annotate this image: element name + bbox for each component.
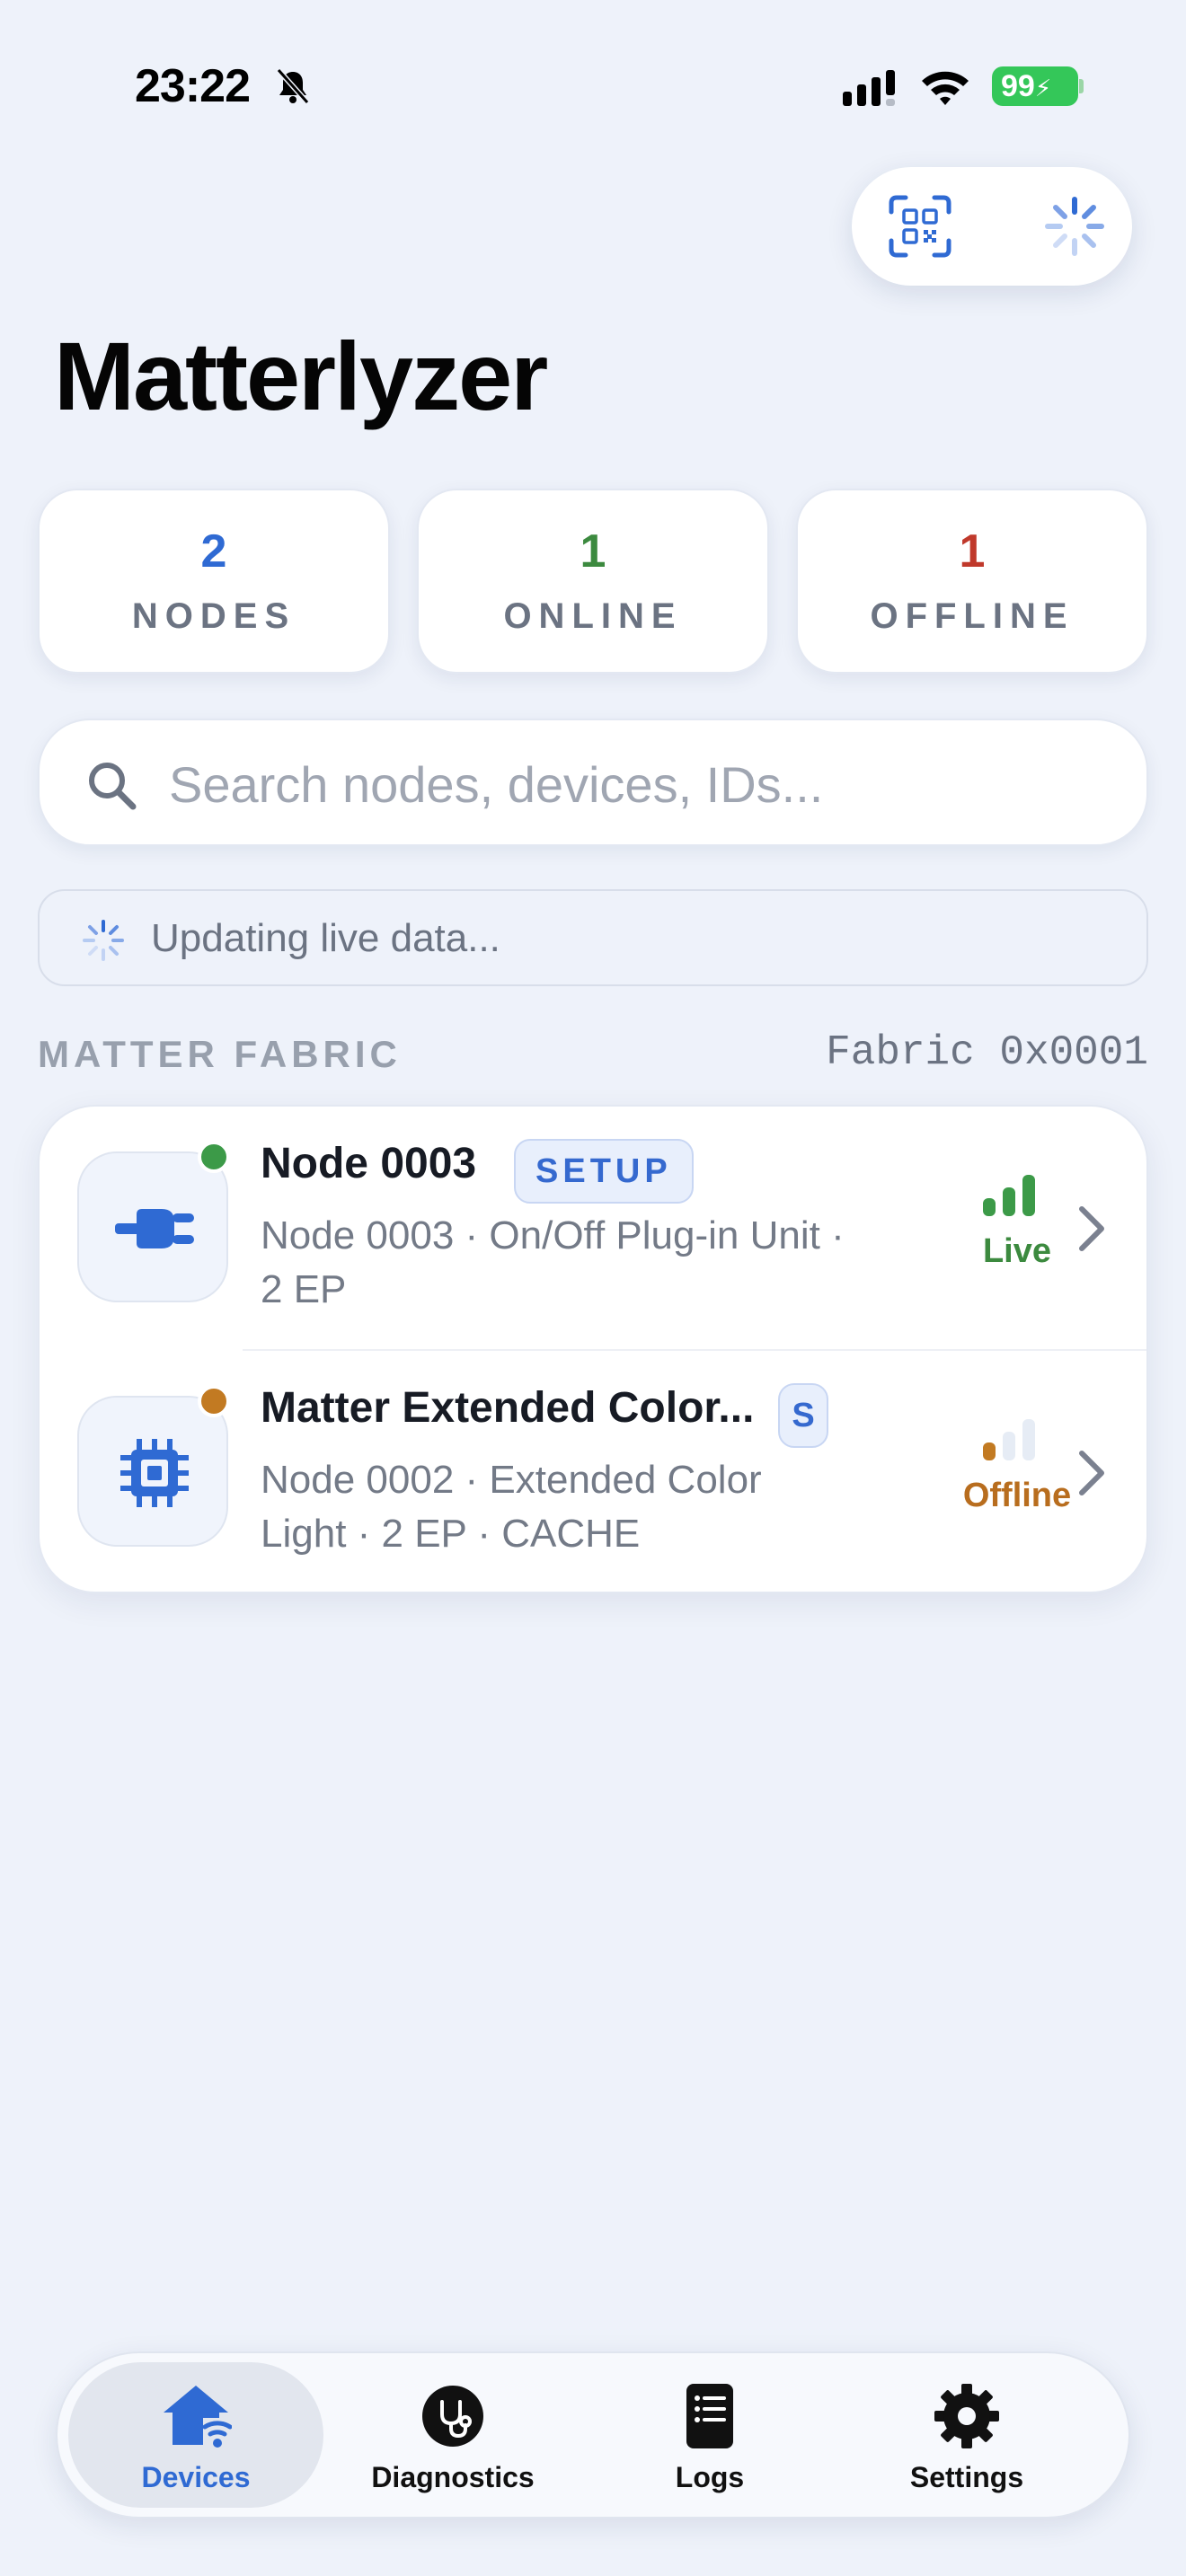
tab-devices-label: Devices [141, 2461, 251, 2493]
setup-badge[interactable]: SETUP [514, 1139, 694, 1204]
live-update-text: Updating live data... [151, 916, 500, 960]
device-status-label: Offline [962, 1477, 1072, 1514]
stat-nodes[interactable]: 2 NODES [38, 489, 390, 674]
bell-slash-icon [276, 68, 310, 104]
device-icon-tile [77, 1396, 228, 1547]
chevron-right-icon [1079, 1451, 1104, 1495]
device-badge[interactable]: S [778, 1383, 828, 1448]
activity-spinner-icon[interactable] [1042, 194, 1107, 259]
tab-devices[interactable]: Devices [68, 2362, 323, 2508]
wifi-icon [922, 71, 969, 105]
battery-level: 99 [1001, 69, 1035, 103]
status-bar: 23:22 99⚡ [0, 0, 1186, 171]
list-icon [686, 2384, 733, 2448]
device-list: Node 0003 SETUP Node 0003 · On/Off Plug-… [38, 1105, 1148, 1593]
chevron-right-icon [1079, 1206, 1104, 1251]
search-input[interactable] [169, 742, 1103, 826]
status-time: 23:22 [135, 60, 251, 112]
tab-diagnostics-label: Diagnostics [371, 2461, 535, 2493]
cellular-signal-icon [843, 70, 895, 106]
device-title: Matter Extended Color... [261, 1384, 755, 1432]
home-wifi-icon [164, 2386, 232, 2448]
app-title: Matterlyzer [54, 322, 548, 430]
stat-online-value: 1 [580, 525, 606, 578]
offline-status-dot [198, 1385, 230, 1417]
stat-offline-value: 1 [959, 525, 986, 578]
tab-bar: Devices Diagnostics Logs Settings [56, 2351, 1130, 2519]
device-subtitle: Node 0003 · On/Off Plug-in Unit · 2 EP [261, 1213, 845, 1311]
device-title: Node 0003 [261, 1140, 477, 1187]
tab-logs-label: Logs [675, 2461, 745, 2493]
device-status-label: Live [982, 1232, 1052, 1270]
search-bar[interactable] [38, 719, 1148, 846]
tab-settings-label: Settings [909, 2461, 1024, 2493]
stat-nodes-label: NODES [131, 596, 296, 636]
charging-bolt-icon: ⚡ [1034, 75, 1052, 101]
stat-offline[interactable]: 1 OFFLINE [796, 489, 1148, 674]
live-update-banner: Updating live data... [38, 889, 1148, 986]
battery-indicator: 99⚡ [992, 66, 1084, 106]
qr-scan-icon[interactable] [888, 194, 952, 259]
section-label: MATTER FABRIC [38, 1033, 402, 1075]
loading-spinner-icon [83, 920, 124, 961]
signal-strength-weak-icon [983, 1419, 1035, 1460]
battery-cap [1079, 79, 1084, 93]
search-icon [89, 763, 137, 810]
online-status-dot [198, 1141, 230, 1173]
stat-offline-label: OFFLINE [870, 596, 1075, 636]
stat-nodes-value: 2 [200, 525, 227, 578]
plug-icon [115, 1209, 194, 1248]
tab-settings[interactable]: Settings [839, 2362, 1094, 2508]
stat-online-label: ONLINE [503, 596, 683, 636]
tab-logs[interactable]: Logs [582, 2362, 837, 2508]
signal-strength-live-icon [983, 1175, 1035, 1216]
stat-online[interactable]: 1 ONLINE [417, 489, 769, 674]
fabric-id: Fabric 0x0001 [826, 1029, 1148, 1076]
top-actions [852, 167, 1132, 286]
device-icon-tile [77, 1151, 228, 1302]
stethoscope-icon [422, 2386, 483, 2447]
device-row[interactable]: Node 0003 SETUP Node 0003 · On/Off Plug-… [40, 1107, 1146, 1351]
device-subtitle: Node 0002 · Extended Color Light · 2 EP … [261, 1458, 762, 1556]
chip-icon [120, 1439, 189, 1507]
gear-icon [934, 2384, 999, 2448]
tab-diagnostics[interactable]: Diagnostics [325, 2362, 580, 2508]
device-row[interactable]: Matter Extended Color... S Node 0002 · E… [40, 1351, 1146, 1592]
